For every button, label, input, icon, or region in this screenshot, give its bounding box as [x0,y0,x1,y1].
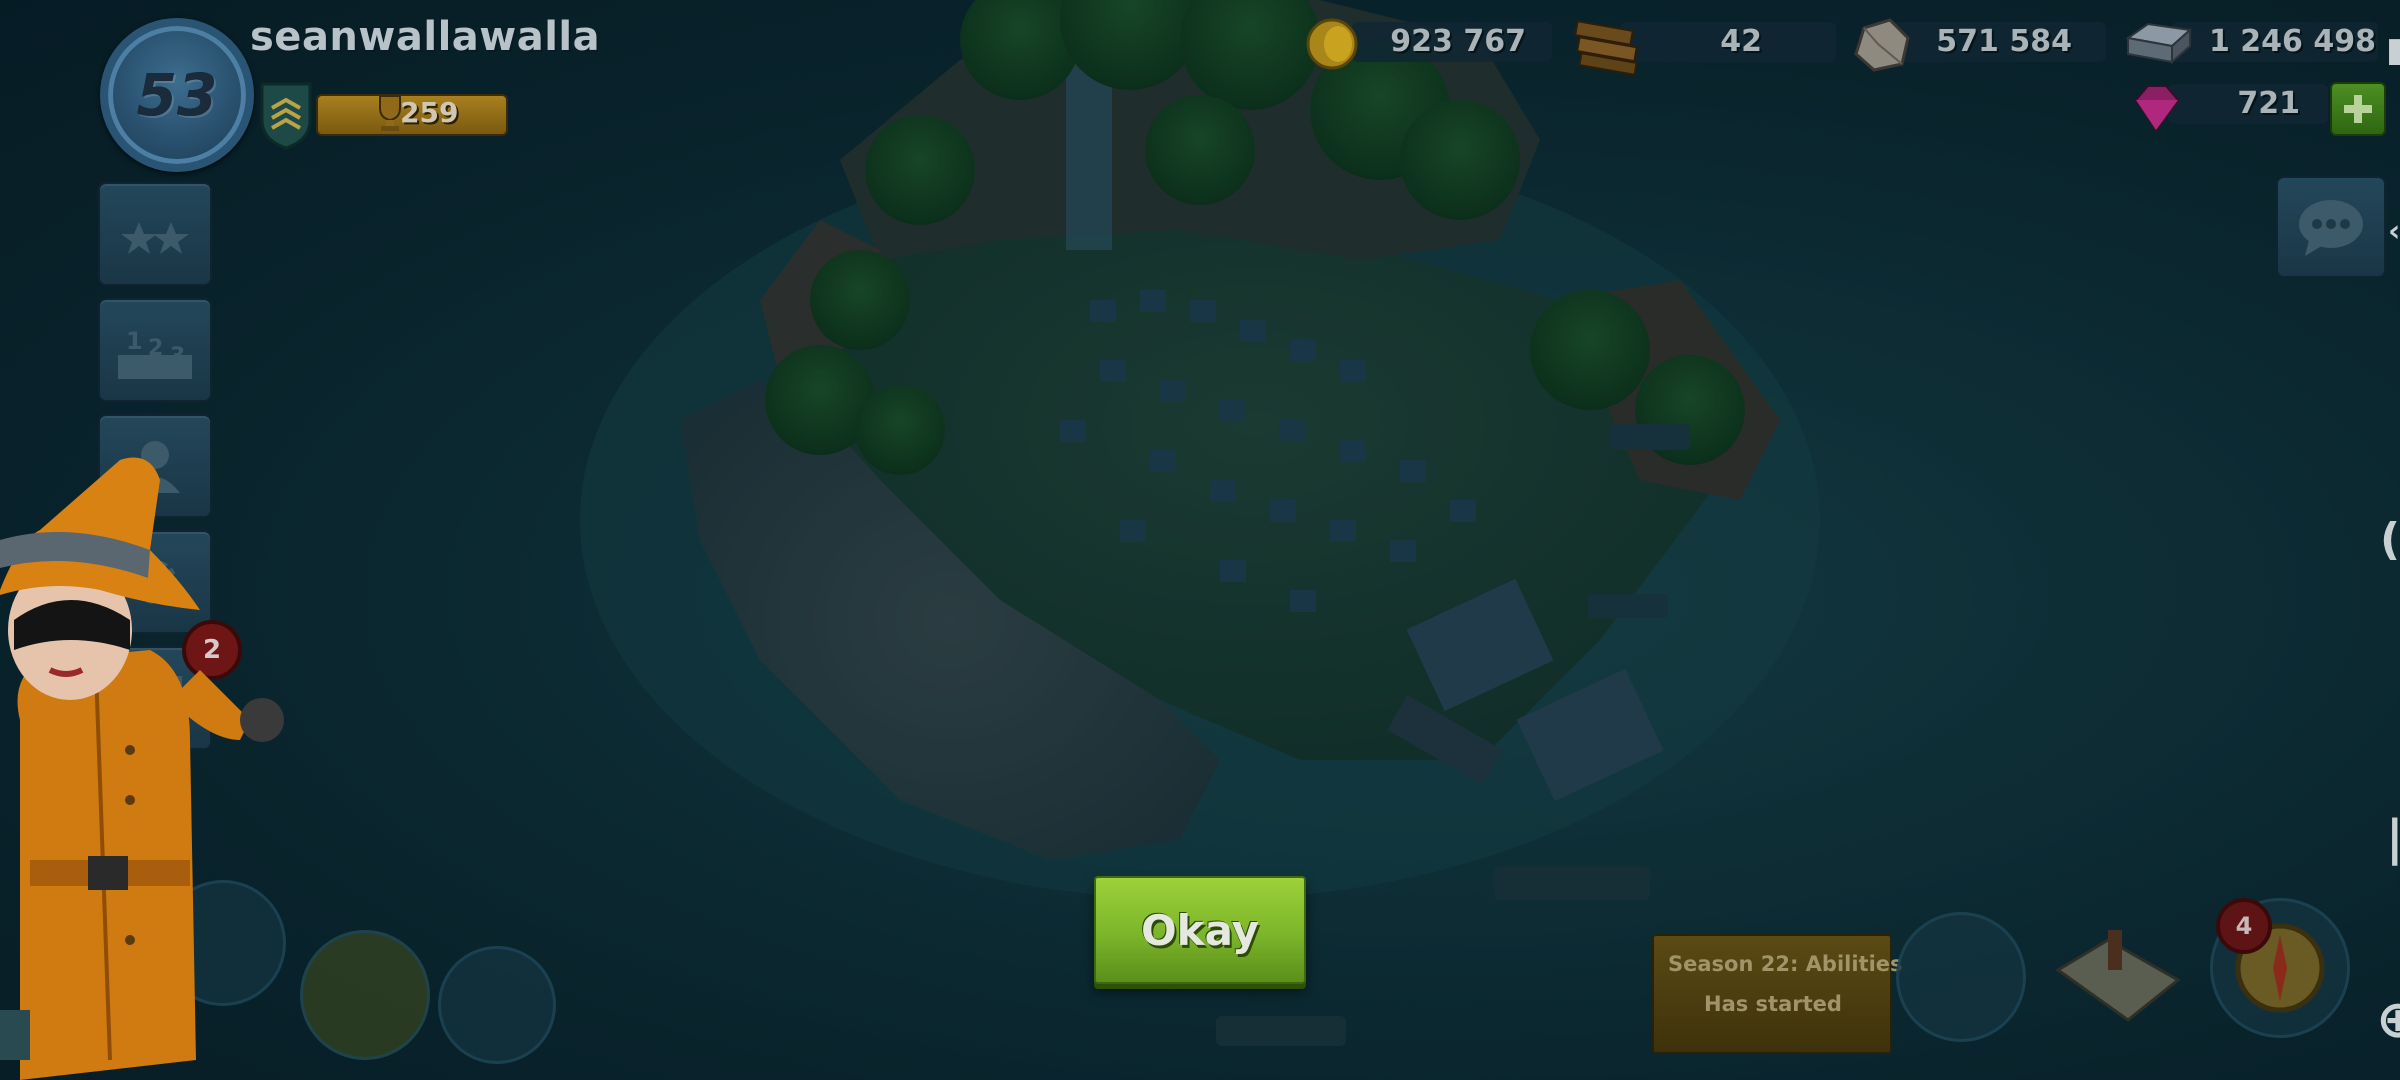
chat-bubble-icon [2299,200,2363,256]
wood-amount: 42 [1720,24,1762,59]
side-panel-icon[interactable]: ( [2380,514,2400,565]
gold-coin-icon [1306,18,1358,70]
player-level: 53 [136,61,218,129]
plus-icon [2344,95,2372,123]
zoom-plus-icon[interactable]: ⊕ [2376,990,2400,1050]
leaderboard-icon: 1 2 3 [118,327,192,379]
level-badge-icon[interactable]: 53 [100,18,254,172]
supply-boat-button[interactable] [438,946,556,1064]
season-subtitle: Has started [1704,992,1842,1016]
gem-icon [2134,85,2180,132]
rank-chevron-icon[interactable] [258,80,314,150]
collapse-arrow-icon[interactable]: ‹ [2388,214,2400,249]
svg-text:3: 3 [170,344,185,369]
svg-text:1: 1 [126,327,143,355]
scroll-handle-icon[interactable]: | [2386,810,2400,866]
reward-chest-button[interactable] [300,930,430,1060]
gems-amount: 721 [2237,86,2300,121]
reward-badge: 4 [2216,898,2272,954]
season-title: Season 22: Abilities [1668,952,1903,976]
chat-button[interactable] [2276,176,2386,278]
boat-button[interactable] [1896,912,2026,1042]
wood-planks-icon [1574,20,1638,76]
rank-stars-button[interactable] [98,182,212,286]
stars-icon [121,222,189,254]
detective-character [0,457,284,1080]
map-icon[interactable] [2048,910,2188,1040]
add-gems-button[interactable] [2330,82,2386,136]
okay-label: Okay [1140,905,1260,955]
player-name: seanwallawalla [250,14,601,60]
lock-icon[interactable]: ▮ [2386,30,2400,70]
gold-amount: 923 767 [1390,24,1526,59]
iron-amount: 1 246 498 [2208,24,2376,59]
leaderboard-button[interactable]: 1 2 3 [98,298,212,402]
trophy-count: 259 [400,96,459,129]
svg-text:2: 2 [148,336,163,361]
stone-amount: 571 584 [1936,24,2072,59]
okay-button[interactable]: Okay [1094,876,1306,984]
